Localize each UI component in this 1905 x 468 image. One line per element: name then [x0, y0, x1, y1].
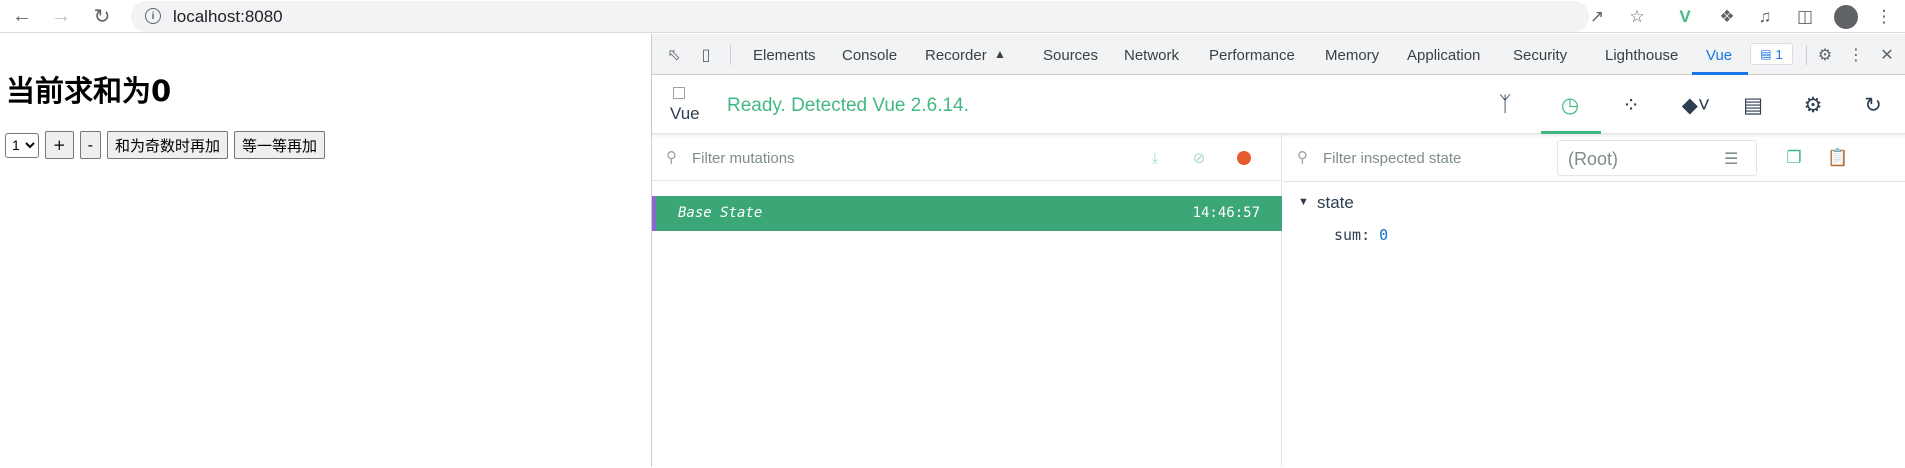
state-entry: sum: 0 [1334, 226, 1388, 244]
vuex-tab-indicator [1541, 131, 1601, 134]
state-key: sum [1334, 226, 1362, 244]
broken-image-icon [673, 87, 685, 99]
active-tab-indicator [1692, 72, 1748, 75]
back-arrow-icon[interactable]: ← [9, 3, 35, 29]
tab-security[interactable]: Security [1513, 47, 1567, 64]
tab-network[interactable]: Network [1124, 47, 1179, 64]
root-select[interactable]: (Root) ☰ [1557, 140, 1757, 176]
tab-elements[interactable]: Elements [753, 47, 816, 64]
root-select-value: (Root) [1568, 149, 1619, 169]
vue-devtools-header: Vue Ready. Detected Vue 2.6.14. ᛉ ◷ ⁘ ◆˅… [652, 76, 1905, 134]
tab-application[interactable]: Application [1407, 47, 1480, 64]
tab-recorder[interactable]: Recorder [925, 47, 987, 64]
devtools-panel: ⬁ ▯ Elements Console Recorder ▲ Sources … [651, 34, 1905, 467]
events-icon[interactable]: ⁘ [1616, 90, 1646, 120]
vue-extension-icon[interactable]: V [1672, 4, 1698, 30]
record-toggle-icon[interactable] [1233, 147, 1255, 169]
chat-icon: ▤ [1760, 47, 1772, 61]
share-icon[interactable]: ↗ [1584, 4, 1610, 30]
controls-row: 1 + - 和为奇数时再加 等一等再加 [5, 131, 326, 159]
decrement-button[interactable]: - [79, 131, 101, 159]
vue-status-text: Ready. Detected Vue 2.6.14. [727, 95, 969, 116]
reload-icon[interactable]: ↻ [89, 3, 115, 29]
page-content: 当前求和为0 1 + - 和为奇数时再加 等一等再加 [0, 34, 651, 467]
extensions-puzzle-icon[interactable]: ❖ [1714, 4, 1740, 30]
routing-dropdown-icon[interactable]: ◆˅ [1671, 90, 1721, 120]
browser-menu-icon[interactable]: ⋮ [1871, 4, 1897, 30]
filter-list-icon[interactable]: ☰ [1724, 149, 1744, 168]
tab-console[interactable]: Console [842, 47, 897, 64]
url-text[interactable]: localhost:8080 [173, 7, 283, 27]
devtools-tab-bar: ⬁ ▯ Elements Console Recorder ▲ Sources … [652, 34, 1905, 75]
tab-sources[interactable]: Sources [1043, 47, 1098, 64]
state-value[interactable]: 0 [1379, 226, 1388, 244]
vuex-history-icon[interactable]: ◷ [1555, 90, 1585, 120]
devtools-settings-icon[interactable]: ⚙ [1798, 90, 1828, 120]
base-state-row[interactable]: Base State 14:46:57 [652, 196, 1282, 231]
components-tree-icon[interactable]: ᛉ [1490, 90, 1520, 120]
profile-avatar-icon[interactable] [1833, 4, 1859, 30]
performance-chart-icon[interactable]: ▤ [1738, 90, 1768, 120]
inspect-element-icon[interactable]: ⬁ [663, 44, 685, 66]
tab-memory[interactable]: Memory [1325, 47, 1379, 64]
vue-logo: Vue [670, 86, 706, 128]
forward-arrow-icon[interactable]: → [48, 3, 74, 29]
side-panel-icon[interactable]: ◫ [1792, 4, 1818, 30]
filter-state-input[interactable] [1323, 146, 1543, 170]
issues-badge[interactable]: ▤ 1 [1750, 43, 1793, 65]
tab-lighthouse[interactable]: Lighthouse [1605, 47, 1678, 64]
commit-all-icon[interactable]: ⤓ [1144, 147, 1166, 169]
divider [1283, 181, 1905, 182]
sum-heading: 当前求和为0 [6, 74, 172, 108]
close-devtools-icon[interactable]: ✕ [1876, 44, 1898, 66]
search-icon: ⚲ [666, 149, 677, 166]
device-toolbar-icon[interactable]: ▯ [695, 44, 717, 66]
colon: : [1361, 226, 1380, 244]
filter-mutations-input[interactable] [692, 146, 992, 170]
mutations-filter-row: ⚲ ⤓ ⊘ [652, 135, 1282, 181]
site-info-icon[interactable]: i [145, 8, 161, 24]
media-control-icon[interactable]: ♫ [1752, 4, 1778, 30]
search-icon: ⚲ [1297, 149, 1308, 166]
flask-icon: ▲ [994, 47, 1006, 61]
mutations-pane: ⚲ ⤓ ⊘ Base State 14:46:57 [652, 135, 1282, 467]
base-state-label: Base State [678, 205, 763, 221]
increment-if-odd-button[interactable]: 和为奇数时再加 [107, 131, 229, 159]
more-options-icon[interactable]: ⋮ [1845, 44, 1867, 66]
paste-state-icon[interactable]: 📋 [1826, 146, 1850, 170]
address-bar[interactable]: i localhost:8080 [131, 1, 1589, 32]
refresh-icon[interactable]: ↻ [1858, 90, 1888, 120]
revert-all-icon[interactable]: ⊘ [1188, 147, 1210, 169]
browser-toolbar: ← → ↻ i localhost:8080 ↗ ☆ V ❖ ♫ ◫ ⋮ [0, 0, 1905, 33]
caret-down-icon[interactable]: ▼ [1298, 196, 1309, 208]
tab-vue[interactable]: Vue [1706, 47, 1732, 64]
increment-button[interactable]: + [45, 131, 74, 159]
increment-async-button[interactable]: 等一等再加 [234, 131, 326, 159]
state-group-label[interactable]: state [1317, 193, 1354, 213]
copy-state-icon[interactable]: ❐ [1782, 146, 1806, 170]
bookmark-star-icon[interactable]: ☆ [1624, 4, 1650, 30]
base-state-time: 14:46:57 [1192, 205, 1260, 221]
increment-select[interactable]: 1 [5, 132, 39, 158]
state-inspector-pane: ⚲ (Root) ☰ ❐ 📋 ▼ state sum: 0 [1283, 135, 1905, 467]
issues-count: 1 [1775, 46, 1783, 62]
tab-performance[interactable]: Performance [1209, 47, 1295, 64]
settings-gear-icon[interactable]: ⚙ [1814, 44, 1836, 66]
